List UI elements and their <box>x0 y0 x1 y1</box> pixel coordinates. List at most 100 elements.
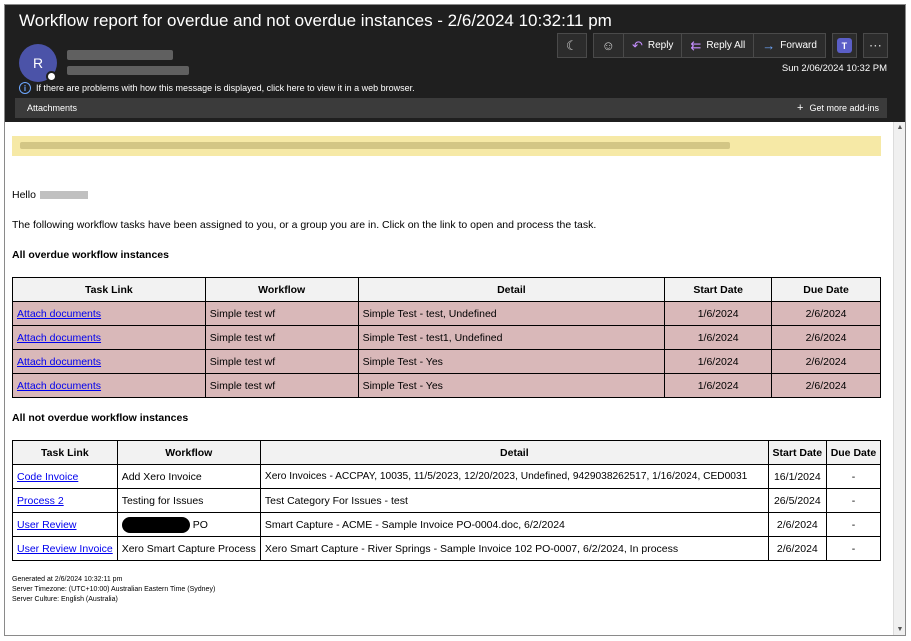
forward-button[interactable]: → Forward <box>754 33 826 58</box>
plus-icon: + <box>797 102 804 114</box>
due-date-cell: - <box>825 536 882 561</box>
overdue-table: Task Link Workflow Detail Start Date Due… <box>12 277 881 398</box>
column-header: Task Link <box>12 277 206 302</box>
task-link[interactable]: Attach documents <box>17 380 101 392</box>
column-header: Task Link <box>12 440 118 465</box>
detail-cell: Test Category For Issues - test <box>259 488 769 513</box>
vertical-scrollbar[interactable]: ▲ ▼ <box>893 122 905 635</box>
column-header: Workflow <box>204 277 359 302</box>
detail-cell: Xero Invoices - ACCPAY, 10035, 11/5/2023… <box>259 464 769 489</box>
task-link[interactable]: Code Invoice <box>17 471 78 483</box>
reply-icon: ↶ <box>631 37 643 53</box>
get-addins-button[interactable]: + Get more add-ins <box>797 102 879 114</box>
overdue-heading: All overdue workflow instances <box>12 249 169 261</box>
smiley-icon: ☺ <box>601 38 615 53</box>
not-overdue-table: Task Link Workflow Detail Start Date Due… <box>12 440 882 561</box>
reply-group: ☺ ↶ Reply ⇇ Reply All → Forward <box>592 33 826 58</box>
column-header: Workflow <box>116 440 261 465</box>
task-link[interactable]: User Review <box>17 519 77 531</box>
message-toolbar: ☾ ☺ ↶ Reply ⇇ Reply All → Forward T ⋯ <box>557 33 888 58</box>
column-header: Start Date <box>767 440 827 465</box>
scroll-up-icon[interactable]: ▲ <box>895 123 905 133</box>
reply-all-icon: ⇇ <box>690 37 702 53</box>
external-sender-banner <box>12 136 881 156</box>
start-date-cell: 26/5/2024 <box>767 488 827 513</box>
task-link[interactable]: Process 2 <box>17 495 64 507</box>
table-row: Attach documents Simple test wf Simple T… <box>12 349 881 374</box>
get-addins-label: Get more add-ins <box>809 103 879 113</box>
immersive-reader-button[interactable]: ☾ <box>557 33 587 58</box>
reply-all-button[interactable]: ⇇ Reply All <box>682 33 755 58</box>
column-header: Detail <box>259 440 769 465</box>
workflow-cell: Simple test wf <box>204 325 359 350</box>
start-date-cell: 16/1/2024 <box>767 464 827 489</box>
table-row: Attach documents Simple test wf Simple T… <box>12 373 881 398</box>
forward-icon: → <box>762 38 776 53</box>
due-date-cell: 2/6/2024 <box>771 301 881 326</box>
detail-cell: Smart Capture - ACME - Sample Invoice PO… <box>259 512 769 537</box>
due-date-cell: 2/6/2024 <box>771 373 881 398</box>
email-window: Workflow report for overdue and not over… <box>4 4 906 636</box>
workflow-cell: Simple test wf <box>204 301 359 326</box>
not-overdue-heading: All not overdue workflow instances <box>12 412 189 424</box>
due-date-cell: - <box>825 512 882 537</box>
column-header: Due Date <box>825 440 882 465</box>
due-date-cell: - <box>825 464 882 489</box>
task-link[interactable]: Attach documents <box>17 332 101 344</box>
start-date-cell: 1/6/2024 <box>664 325 773 350</box>
reply-button[interactable]: ↶ Reply <box>623 33 683 58</box>
server-timezone: Server Timezone: (UTC+10:00) Australian … <box>12 586 216 593</box>
workflow-cell: Simple test wf <box>204 349 359 374</box>
detail-cell: Simple Test - test1, Undefined <box>357 325 666 350</box>
redacted-block <box>121 516 190 533</box>
due-date-cell: - <box>825 488 882 513</box>
avatar-initial: R <box>32 55 44 71</box>
workflow-cell: Testing for Issues <box>116 488 261 513</box>
email-subject: Workflow report for overdue and not over… <box>19 11 612 30</box>
emoji-button[interactable]: ☺ <box>592 33 624 58</box>
reply-label: Reply <box>647 40 674 51</box>
message-body: Hello The following workflow tasks have … <box>5 122 893 635</box>
workflow-cell: Simple test wf <box>204 373 359 398</box>
message-datetime: Sun 2/06/2024 10:32 PM <box>781 63 887 74</box>
detail-cell: Xero Smart Capture - River Springs - Sam… <box>259 536 769 561</box>
table-row: Attach documents Simple test wf Simple T… <box>12 301 881 326</box>
info-text[interactable]: If there are problems with how this mess… <box>36 83 415 93</box>
task-link[interactable]: Attach documents <box>17 308 101 320</box>
table-header-row: Task Link Workflow Detail Start Date Due… <box>12 440 882 465</box>
task-link[interactable]: User Review Invoice <box>17 543 113 555</box>
more-dots-icon: ⋯ <box>868 37 882 53</box>
due-date-cell: 2/6/2024 <box>771 325 881 350</box>
email-header: Workflow report for overdue and not over… <box>5 5 905 122</box>
scroll-down-icon[interactable]: ▼ <box>895 625 905 635</box>
teams-share-button[interactable]: T <box>831 33 857 58</box>
start-date-cell: 1/6/2024 <box>664 373 773 398</box>
display-problem-infobar[interactable]: i If there are problems with how this me… <box>19 82 415 94</box>
table-row: Code Invoice Add Xero Invoice Xero Invoi… <box>12 464 882 489</box>
start-date-cell: 1/6/2024 <box>664 301 773 326</box>
start-date-cell: 2/6/2024 <box>767 512 827 537</box>
server-culture: Server Culture: English (Australia) <box>12 596 118 603</box>
table-row: Process 2 Testing for Issues Test Catego… <box>12 488 882 513</box>
due-date-cell: 2/6/2024 <box>771 349 881 374</box>
attachments-bar: Attachments + Get more add-ins <box>15 98 887 118</box>
column-header: Due Date <box>771 277 881 302</box>
greeting: Hello <box>12 189 88 201</box>
info-icon: i <box>19 82 31 94</box>
table-header-row: Task Link Workflow Detail Start Date Due… <box>12 277 881 302</box>
more-actions-button[interactable]: ⋯ <box>862 33 888 58</box>
workflow-text: PO <box>192 518 208 531</box>
task-link[interactable]: Attach documents <box>17 356 101 368</box>
attachments-label[interactable]: Attachments <box>27 103 77 113</box>
presence-status-icon <box>46 71 57 82</box>
column-header: Detail <box>357 277 666 302</box>
workflow-cell: PO <box>116 512 261 537</box>
start-date-cell: 2/6/2024 <box>767 536 827 561</box>
moon-icon: ☾ <box>566 37 578 53</box>
workflow-cell: Add Xero Invoice <box>116 464 261 489</box>
column-header: Start Date <box>664 277 773 302</box>
forward-label: Forward <box>780 40 817 51</box>
banner-text-redacted <box>20 142 730 149</box>
reply-all-label: Reply All <box>706 40 746 51</box>
table-row: Attach documents Simple test wf Simple T… <box>12 325 881 350</box>
